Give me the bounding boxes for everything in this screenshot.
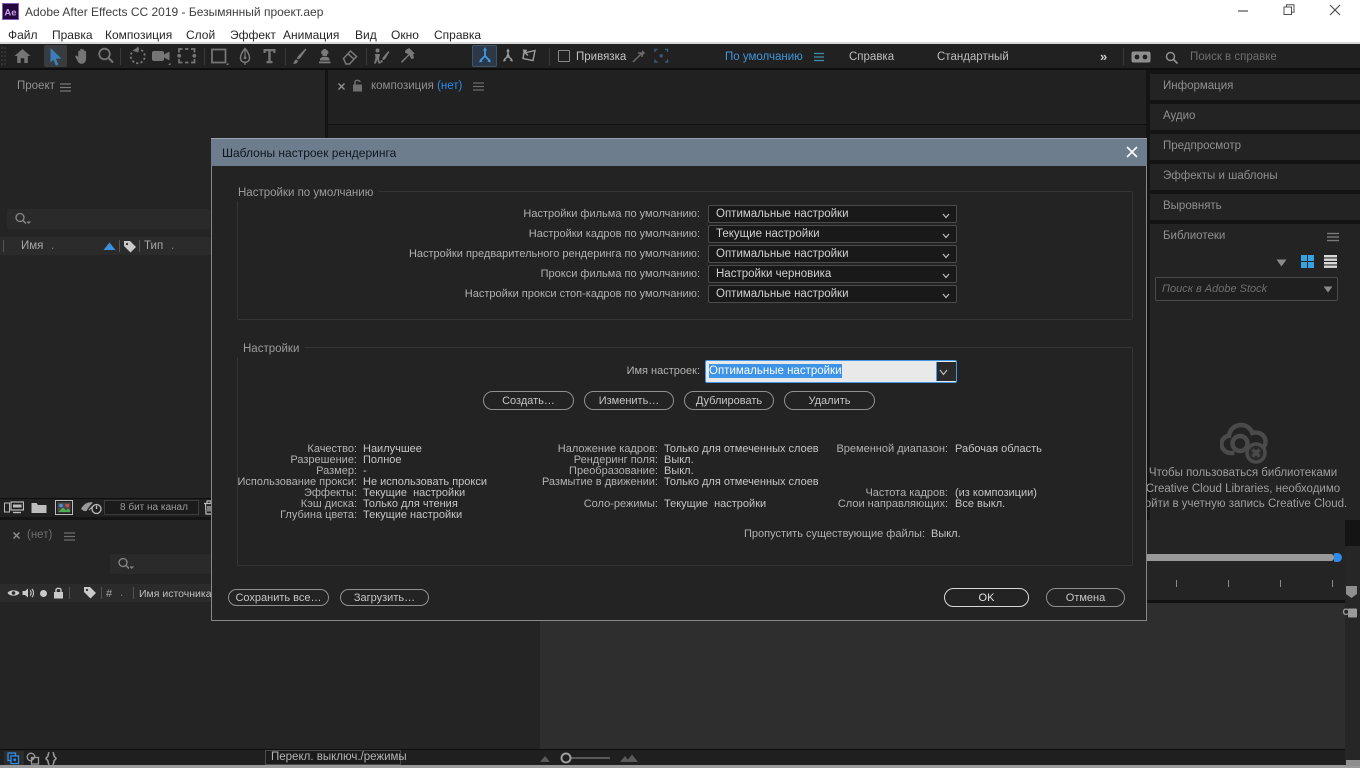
svg-text:Ae: Ae	[4, 8, 16, 19]
